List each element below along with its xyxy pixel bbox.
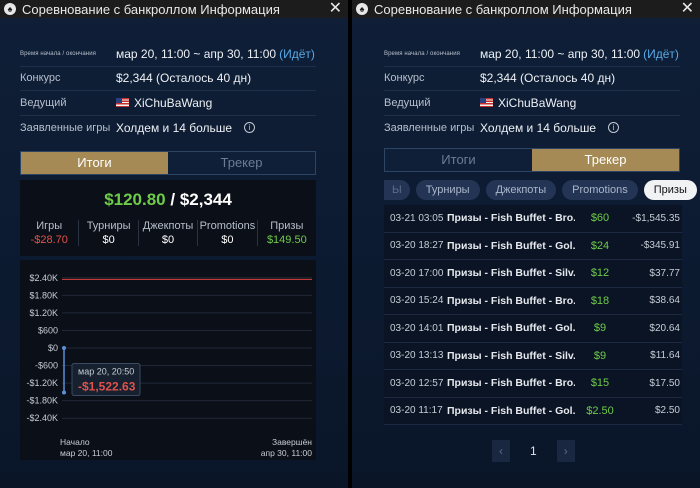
progress-amount: $120.80 / $2,344	[104, 190, 232, 209]
tab-results[interactable]: Итоги	[385, 149, 532, 171]
app-logo-icon: ♠	[356, 3, 368, 15]
stats-row: Игры -$28.70 Турниры $0 Джекпоты $0 Promoti…	[20, 220, 316, 246]
stat-jackpots: Джекпоты $0	[139, 220, 199, 246]
table-row[interactable]: 03-20 14:01 Призы - Fish Buffet - Gol... $…	[384, 315, 682, 343]
y-tick-label: -$2.40K	[26, 413, 58, 423]
current-page: 1	[530, 444, 537, 458]
table-row[interactable]: 03-20 13:13 Призы - Fish Buffet - Silv...…	[384, 342, 682, 370]
stat-promotions: Promotions $0	[198, 220, 258, 246]
bankroll-panel-tracker: ♠ Соревнование с банкроллом Информация ✕…	[352, 0, 700, 488]
window-title: Соревнование с банкроллом Информация	[22, 1, 280, 17]
results-summary: $120.80 / $2,344 Игры -$28.70 Турниры $0 Д…	[20, 180, 316, 256]
window-title: Соревнование с банкроллом Информация	[374, 1, 632, 17]
time-label: Время начала / окончания	[20, 50, 96, 57]
games-row: Заявленные игры Холдем и 14 больше i	[384, 116, 680, 141]
contest-info: Время начала / окончания мар 20, 11:00 ~…	[20, 42, 316, 140]
filter-chip-prizes[interactable]: Призы	[643, 180, 697, 200]
games-label: Заявленные игры	[20, 121, 111, 134]
target-amount: $2,344	[179, 190, 232, 209]
contest-value: $2,344 (Осталось 40 дн)	[480, 71, 616, 86]
filter-chip-jackpots[interactable]: Джекпоты	[485, 180, 557, 200]
table-row[interactable]: 03-20 15:24 Призы - Fish Buffet - Bro... $…	[384, 287, 682, 315]
table-row[interactable]: 03-20 18:27 Призы - Fish Buffet - Gol... $…	[384, 232, 682, 260]
table-row[interactable]: 03-20 11:17 Призы - Fish Buffet - Gol... $…	[384, 397, 682, 425]
y-tick-label: $1.20K	[29, 308, 58, 318]
data-point	[62, 346, 66, 350]
x-start-label: Начало	[60, 437, 90, 447]
tooltip-date: мар 20, 20:50	[78, 367, 134, 377]
host-label: Ведущий	[384, 96, 431, 109]
table-row[interactable]: 03-21 03:05 Призы - Fish Buffet - Bro... $…	[384, 205, 682, 233]
title-bar: ♠ Соревнование с банкроллом Информация ✕	[0, 0, 348, 18]
time-value: мар 20, 11:00 ~ апр 30, 11:00 (Идёт)	[480, 46, 679, 61]
tab-tracker[interactable]: Трекер	[532, 149, 679, 171]
games-value: Холдем и 14 больше i	[116, 121, 256, 135]
stat-tournaments: Турниры $0	[79, 220, 139, 246]
x-start-date: мар 20, 11:00	[60, 448, 113, 458]
time-row: Время начала / окончания мар 20, 11:00 ~…	[20, 42, 316, 67]
info-icon[interactable]: i	[244, 122, 256, 134]
time-value: мар 20, 11:00 ~ апр 30, 11:00 (Идёт)	[116, 46, 315, 61]
y-tick-label: -$1.20K	[26, 378, 58, 388]
games-value: Холдем и 14 больше i	[480, 121, 620, 135]
games-label: Заявленные игры	[384, 121, 475, 134]
tab-results[interactable]: Итоги	[21, 152, 168, 174]
bankroll-panel-results: ♠ Соревнование с банкроллом Информация ✕…	[0, 0, 348, 488]
status-badge: (Идёт)	[643, 46, 679, 61]
title-bar: ♠ Соревнование с банкроллом Информация ✕	[352, 0, 700, 18]
tab-tracker[interactable]: Трекер	[168, 152, 315, 174]
stat-prizes: Призы $149.50	[266, 220, 307, 246]
tab-bar: Итоги Трекер	[20, 151, 316, 175]
close-icon[interactable]: ✕	[329, 0, 342, 18]
y-tick-label: $600	[38, 325, 58, 335]
close-icon[interactable]: ✕	[681, 0, 694, 18]
tooltip-value: -$1,522.63	[78, 380, 136, 394]
contest-label: Конкурс	[20, 72, 61, 85]
filter-chips: Ы Турниры Джекпоты Promotions Призы	[384, 179, 697, 201]
host-value: XiChuBaWang	[480, 96, 576, 110]
app-logo-icon: ♠	[4, 3, 16, 15]
contest-info: Время начала / окончания мар 20, 11:00 ~…	[384, 42, 680, 140]
y-tick-label: -$1.80K	[26, 396, 58, 406]
chart-svg: $2.40K $1.80K $1.20K $600 $0 -$600 -$1.20K -$1.…	[26, 273, 313, 458]
x-end-label: Завершён	[272, 437, 312, 447]
x-end-date: апр 30, 11:00	[261, 448, 313, 458]
table-row[interactable]: 03-20 12:57 Призы - Fish Buffet - Bro... $…	[384, 370, 682, 398]
contest-row: Конкурс $2,344 (Осталось 40 дн)	[20, 67, 316, 91]
host-row: Ведущий XiChuBaWang	[384, 91, 680, 116]
contest-row: Конкурс $2,344 (Осталось 40 дн)	[384, 67, 680, 91]
transaction-list: 03-21 03:05 Призы - Fish Buffet - Bro... $…	[384, 205, 682, 425]
data-point	[62, 390, 66, 395]
filter-chip-promotions[interactable]: Promotions	[562, 180, 638, 200]
current-amount: $120.80	[104, 190, 166, 209]
time-label: Время начала / окончания	[384, 50, 460, 57]
contest-label: Конкурс	[384, 72, 425, 85]
y-tick-label: $2.40K	[29, 273, 58, 283]
us-flag-icon	[116, 98, 129, 108]
filter-chip-tournaments[interactable]: Турниры	[415, 180, 480, 200]
host-value: XiChuBaWang	[116, 96, 212, 110]
bankroll-chart: $2.40K $1.80K $1.20K $600 $0 -$600 -$1.20K -$1.…	[20, 260, 316, 460]
status-badge: (Идёт)	[279, 46, 315, 61]
info-icon[interactable]: i	[608, 122, 620, 134]
host-label: Ведущий	[20, 96, 67, 109]
pagination: ‹ 1 ›	[492, 440, 575, 462]
y-tick-label: -$600	[35, 361, 58, 371]
next-page-button[interactable]: ›	[556, 440, 575, 462]
filter-chip-games[interactable]: Ы	[384, 180, 410, 200]
y-tick-label: $0	[48, 343, 58, 353]
contest-value: $2,344 (Осталось 40 дн)	[116, 71, 252, 86]
host-row: Ведущий XiChuBaWang	[20, 91, 316, 116]
games-row: Заявленные игры Холдем и 14 больше i	[20, 116, 316, 141]
prev-page-button[interactable]: ‹	[492, 440, 510, 462]
us-flag-icon	[480, 98, 493, 108]
time-row: Время начала / окончания мар 20, 11:00 ~…	[384, 42, 680, 67]
y-tick-label: $1.80K	[29, 290, 58, 300]
tab-bar: Итоги Трекер	[384, 148, 680, 172]
table-row[interactable]: 03-20 17:00 Призы - Fish Buffet - Silv...…	[384, 260, 682, 288]
stat-games: Игры -$28.70	[20, 220, 80, 246]
